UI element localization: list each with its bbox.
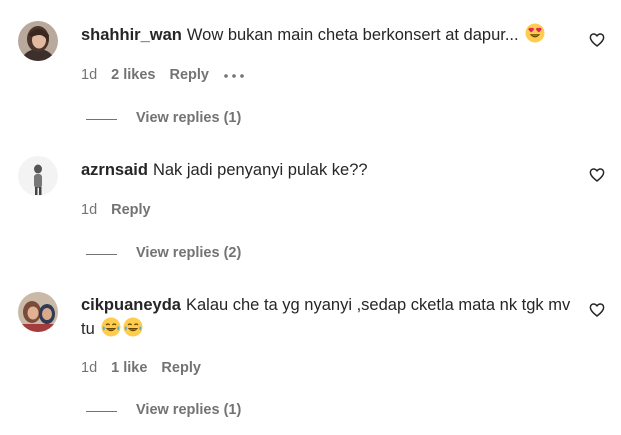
view-replies-label: View replies (1) xyxy=(136,402,242,418)
tears-of-joy-emoji xyxy=(101,317,121,344)
comment-username[interactable]: shahhir_wan xyxy=(81,26,182,44)
avatar-photo xyxy=(18,21,58,61)
like-heart-icon[interactable] xyxy=(589,302,605,318)
comment-text: Nak jadi penyanyi pulak ke?? xyxy=(152,161,368,179)
replies-divider-line xyxy=(86,254,117,255)
avatar-photo xyxy=(18,156,58,196)
comment-username[interactable]: cikpuaneyda xyxy=(81,296,181,314)
tears-of-joy-emoji xyxy=(123,317,143,344)
comment-text-line: shahhir_wan Wow bukan main cheta berkonse… xyxy=(81,23,571,50)
comment-text: Wow bukan main cheta berkonsert at dapur… xyxy=(186,26,519,44)
comment-text-line: cikpuaneyda Kalau che ta yg nyanyi ,sedap… xyxy=(81,294,571,344)
avatar[interactable] xyxy=(18,156,58,196)
comment-username[interactable]: azrnsaid xyxy=(81,161,148,179)
view-replies-label: View replies (2) xyxy=(136,245,242,261)
comment-meta: 1d 2 likes Reply xyxy=(81,67,259,83)
comment-timestamp: 1d xyxy=(81,67,98,83)
like-heart-icon[interactable] xyxy=(589,167,605,183)
comment-meta: 1d Reply xyxy=(81,202,165,218)
comment-timestamp: 1d xyxy=(81,360,98,376)
comment-timestamp: 1d xyxy=(81,202,98,218)
replies-divider-line xyxy=(86,411,117,412)
reply-button[interactable]: Reply xyxy=(111,202,151,218)
like-heart-icon[interactable] xyxy=(589,32,605,48)
avatar-photo xyxy=(18,292,58,332)
replies-divider-line xyxy=(86,119,117,120)
likes-count[interactable]: 2 likes xyxy=(111,67,155,83)
view-replies-label: View replies (1) xyxy=(136,110,242,126)
avatar[interactable] xyxy=(18,21,58,61)
reply-button[interactable]: Reply xyxy=(169,67,209,83)
heart-eyes-emoji xyxy=(525,23,545,50)
avatar[interactable] xyxy=(18,292,58,332)
ellipsis-icon[interactable] xyxy=(223,67,245,83)
comment-text-line: azrnsaid Nak jadi penyanyi pulak ke?? xyxy=(81,159,571,182)
reply-button[interactable]: Reply xyxy=(161,360,201,376)
comment-meta: 1d 1 like Reply xyxy=(81,360,215,376)
likes-count[interactable]: 1 like xyxy=(111,360,147,376)
